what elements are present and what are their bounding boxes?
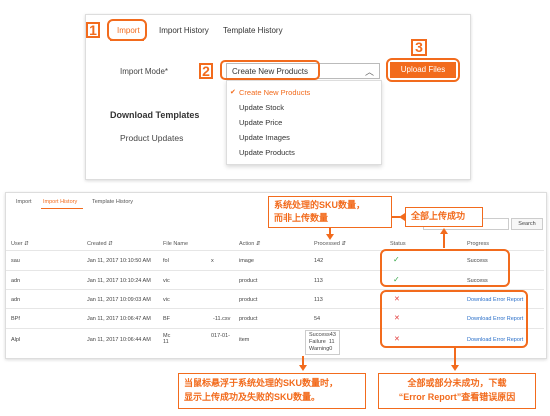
cell-file: Mc 11 [163,333,171,345]
col-progress: Progress [467,241,490,247]
step-badge-1: 1 [86,22,100,38]
cell-file: BF [163,316,171,322]
failure-note-callout: 全部或部分未成功，下载 “Error Report”查看错误原因 [378,373,536,409]
cell-processed[interactable]: 113 [314,297,323,303]
download-templates-heading: Download Templates [110,110,200,120]
option-update-stock[interactable]: Update Stock [227,100,381,115]
cell-processed[interactable]: 142 [314,258,323,264]
success-rows-highlight [380,249,510,287]
cell-processed[interactable]: 113 [314,278,323,284]
product-updates-label: Product Updates [120,133,184,143]
cell-file: vic [163,278,170,284]
option-update-price[interactable]: Update Price [227,115,381,130]
cell-created: Jan 11, 2017 10:06:47 AM [87,316,151,322]
tab-import-2[interactable]: Import [16,199,32,205]
tab-import[interactable]: Import [117,26,140,35]
processed-tooltip: Success43 Failure 11 Warning0 [305,330,340,355]
tab-underline-2 [41,208,83,209]
tab-template-history[interactable]: Template History [223,26,283,35]
cell-created: Jan 11, 2017 10:09:03 AM [87,297,151,303]
arrow-down-icon [451,365,459,371]
step-badge-2: 2 [199,63,213,79]
tab-import-history-2[interactable]: Import History [43,199,77,205]
cell-created: Jan 11, 2017 10:06:44 AM [87,337,151,343]
col-processed[interactable]: Processed ⇵ [314,241,346,247]
cell-action: product [239,278,258,284]
arrow-down-icon [299,365,307,371]
hover-note-callout: 当鼠标悬浮于系统处理的SKU数量时， 显示上传成功及失败的SKU数量。 [178,373,366,409]
cell-user: adn [11,278,21,284]
col-action[interactable]: Action ⇵ [239,241,260,247]
cell-created: Jan 11, 2017 10:10:50 AM [87,258,151,264]
col-file-name: File Name [163,241,189,247]
step-badge-3: 3 [411,39,427,56]
check-icon: ✔ [230,89,236,96]
cell-file-suffix: x [211,258,214,264]
cell-action: item [239,337,250,343]
upload-files-button[interactable]: Upload Files [390,62,456,78]
cell-created: Jan 11, 2017 10:10:24 AM [87,278,151,284]
option-update-products[interactable]: Update Products [227,145,381,160]
tab-import-history[interactable]: Import History [159,26,209,35]
col-created[interactable]: Created ⇵ [87,241,113,247]
cell-file: fol [163,258,169,264]
cell-processed[interactable]: 54 [314,316,320,322]
cell-user: sau [11,258,20,264]
all-success-callout: 全部上传成功 [405,207,483,227]
option-create-new-products[interactable]: ✔ Create New Products [227,85,381,100]
failure-rows-highlight [380,290,528,348]
cell-user: adn [11,297,21,303]
search-button[interactable]: Search [511,218,543,230]
cell-action: product [239,316,258,322]
tab-template-history-2[interactable]: Template History [92,199,133,205]
col-status: Status [390,241,406,247]
import-mode-dropdown: ✔ Create New Products Update Stock Updat… [226,80,382,165]
arrow-down-icon [326,234,334,240]
processed-note-callout: 系统处理的SKU数量， 而非上传数量 [268,196,392,228]
cell-action: image [239,258,254,264]
cell-user: BPf [11,316,20,322]
chevron-up-icon: ︿ [364,67,374,77]
arrow-line [454,348,456,366]
arrow-line [392,216,400,218]
select-highlight [220,60,320,80]
tab-underline [110,40,144,41]
cell-file-suffix: 017-01- [211,333,230,339]
arrow-line [443,234,445,248]
cell-action: product [239,297,258,303]
arrow-up-icon [440,228,448,234]
cell-user: Alpl [11,337,21,343]
cell-file-suffix: -11.csv [213,316,231,322]
cell-file: vic [163,297,170,303]
option-update-images[interactable]: Update Images [227,130,381,145]
import-mode-label: Import Mode* [120,67,169,76]
col-user[interactable]: User ⇵ [11,241,29,247]
